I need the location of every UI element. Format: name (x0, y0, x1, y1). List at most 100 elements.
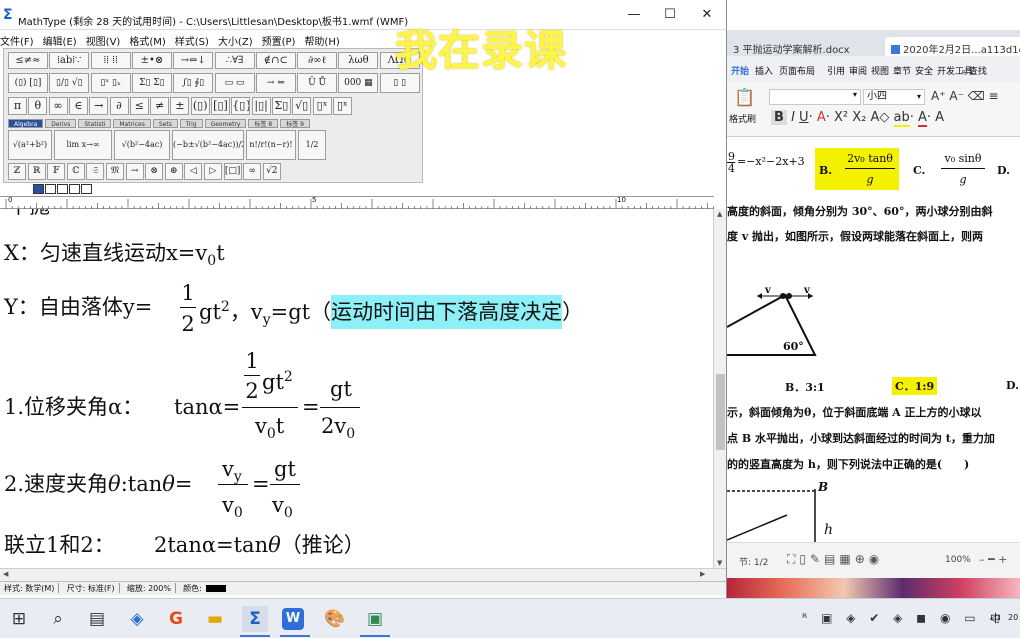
scroll-up-icon[interactable]: ▲ (717, 210, 722, 218)
palette-bottom-6[interactable]: → (125, 163, 144, 180)
palette-bottom-13[interactable]: √2 (262, 163, 281, 180)
ribbon-tab-4[interactable]: 审阅 (849, 64, 867, 77)
palette-tab-1[interactable]: Derivs (45, 119, 77, 128)
menu-item-1[interactable]: 编辑(E) (43, 33, 77, 48)
palette-quick-12[interactable]: |▯| (251, 97, 271, 115)
ribbon-tab-5[interactable]: 视图 (871, 64, 889, 77)
doc-tab-2[interactable]: 2020年2月2日...a113d1c (885, 37, 1020, 56)
palette-tab-6[interactable]: Geometry (204, 119, 247, 128)
palette-tab-8[interactable]: 标签 9 (280, 119, 310, 128)
ribbon-tab-1[interactable]: 插入 (755, 64, 773, 77)
highlight-button[interactable]: ab (893, 110, 910, 127)
palette-tab-4[interactable]: Sets (152, 119, 178, 128)
doc-tab-1[interactable]: 3 平抛运动学案解析.docx (727, 37, 877, 56)
system-tray-icons[interactable]: ᴿ ▣ ◈ ✔ ◈ ◼ ◉ ▭ ◁ (802, 611, 1004, 625)
palette-quick-16[interactable]: ▯ˣ (332, 97, 352, 115)
palette-quick-15[interactable]: ▯ˣ (312, 97, 332, 115)
palette-quick-1[interactable]: θ (28, 97, 48, 115)
palette-template-1[interactable]: lim x→∞ (54, 130, 112, 160)
color-swatch[interactable] (205, 584, 226, 592)
palette-sym-7[interactable]: ∂∞ℓ (297, 52, 338, 69)
search-icon[interactable]: ⌕ (45, 606, 71, 632)
palette-sym-3[interactable]: ±•⊗ (131, 52, 172, 69)
font-size-select[interactable]: 小四 ▾ (863, 89, 925, 105)
browser-icon[interactable]: G (163, 606, 189, 632)
palette-quick-5[interactable]: ∂ (109, 97, 129, 115)
scroll-down-icon[interactable]: ▼ (717, 559, 722, 567)
small-tab-1[interactable] (33, 184, 44, 194)
palette-bottom-12[interactable]: ∞ (243, 163, 262, 180)
palette-tpl-2[interactable]: ▯ˣ ▯ₓ (90, 73, 131, 93)
ribbon-tab-6[interactable]: 章节 (893, 64, 911, 77)
palette-bottom-9[interactable]: ◁ (184, 163, 203, 180)
palette-quick-3[interactable]: ∈ (68, 97, 88, 115)
palette-quick-4[interactable]: → (89, 97, 109, 115)
palette-tpl-4[interactable]: ∫▯ ∮▯ (173, 73, 214, 93)
palette-quick-9[interactable]: (▯) (190, 97, 210, 115)
paint-icon[interactable]: 🎨 (322, 606, 348, 632)
format-painter[interactable]: 格式刷 (729, 112, 756, 125)
screen-recorder-icon[interactable]: ▣ (362, 606, 388, 632)
palette-sym-0[interactable]: ≤≠≈ (8, 52, 48, 69)
menu-item-0[interactable]: 文件(F) (0, 33, 34, 48)
app-icon[interactable]: ◈ (124, 606, 150, 632)
ribbon-tab-3[interactable]: 引用 (827, 64, 845, 77)
scroll-left-icon[interactable]: ◀ (3, 570, 8, 578)
palette-quick-10[interactable]: [▯] (211, 97, 230, 115)
palette-bottom-2[interactable]: 𝔽 (47, 163, 66, 180)
ribbon-tab-0[interactable]: 开始 (731, 64, 749, 77)
maximize-button[interactable]: ☐ (652, 6, 688, 24)
palette-template-3[interactable]: (−b±√(b²−4ac))/2a (172, 130, 244, 160)
menu-item-6[interactable]: 预置(P) (262, 33, 296, 48)
status-zoom[interactable]: 缩放: 200% (127, 582, 171, 595)
start-icon[interactable]: ⊞ (6, 606, 32, 632)
bold-button[interactable]: B (771, 110, 787, 125)
text-color-button[interactable]: A (918, 110, 927, 127)
palette-bottom-5[interactable]: 𝔐 (106, 163, 124, 180)
mathtype-titlebar[interactable]: Σ MathType (剩余 28 天的试用时间) - C:\Users\Lit… (0, 0, 726, 30)
palette-bottom-3[interactable]: ℂ (66, 163, 85, 180)
palette-quick-11[interactable]: {▯} (231, 97, 251, 115)
palette-quick-2[interactable]: ∞ (48, 97, 68, 115)
file-explorer-icon[interactable]: ▬ (202, 606, 228, 632)
palette-bottom-11[interactable]: [□] (223, 163, 242, 180)
horizontal-scrollbar[interactable]: ◀ ▶ (0, 568, 726, 581)
status-style[interactable]: 样式: 数学(M) (4, 582, 54, 595)
zoom-level[interactable]: 100% (945, 555, 971, 565)
menu-item-2[interactable]: 视图(V) (86, 33, 121, 48)
minimize-button[interactable]: — (616, 6, 652, 24)
palette-template-0[interactable]: √(a²+b²) (8, 130, 52, 160)
palette-tab-3[interactable]: Matrices (113, 119, 151, 128)
ribbon-tab-2[interactable]: 页面布局 (779, 64, 815, 77)
ime-indicator[interactable]: 中 (990, 610, 1001, 626)
palette-sym-8[interactable]: λωθ (338, 52, 379, 69)
scroll-thumb[interactable] (716, 374, 725, 450)
palette-tpl-7[interactable]: Ū Ů (297, 73, 338, 93)
palette-template-4[interactable]: n!/r!(n−r)! (246, 130, 296, 160)
palette-sym-2[interactable]: ⁞⁞ ⁞⁞ (90, 52, 131, 69)
italic-button[interactable]: I (791, 110, 795, 125)
palette-quick-14[interactable]: √▯ (292, 97, 312, 115)
close-button[interactable]: ✕ (689, 6, 725, 24)
palette-quick-6[interactable]: ≤ (129, 97, 149, 115)
palette-sym-6[interactable]: ∉∩⊂ (255, 52, 296, 69)
paste-icon[interactable]: 📋 (734, 88, 755, 108)
palette-sym-4[interactable]: →⇔↓ (173, 52, 214, 69)
small-tab-5[interactable] (81, 184, 92, 194)
scroll-right-icon[interactable]: ▶ (700, 570, 705, 578)
view-mode-icons[interactable]: ⛶▯✎▤▦⊕◉ (787, 552, 883, 567)
palette-tpl-5[interactable]: ▭ ▭ (214, 73, 255, 93)
small-tab-4[interactable] (69, 184, 80, 194)
palette-bottom-1[interactable]: ℝ (27, 163, 46, 180)
clear-format-icon[interactable]: A◇ (871, 110, 890, 125)
palette-bottom-0[interactable]: ℤ (8, 163, 26, 180)
palette-bottom-10[interactable]: ▷ (204, 163, 222, 180)
status-size[interactable]: 尺寸: 标准(F) (67, 582, 115, 595)
ruler[interactable]: 0 5 10 (0, 196, 714, 209)
small-tab-2[interactable] (45, 184, 56, 194)
palette-tpl-3[interactable]: Σ▯ Σ▯ (131, 73, 172, 93)
menu-item-7[interactable]: 帮助(H) (304, 33, 339, 48)
palette-quick-8[interactable]: ± (170, 97, 190, 115)
wps-document[interactable]: 94 =−x²−2x+3 B. 2v₀ tanθ g C. v₀ sinθ g … (727, 137, 1020, 545)
palette-quick-7[interactable]: ≠ (150, 97, 170, 115)
